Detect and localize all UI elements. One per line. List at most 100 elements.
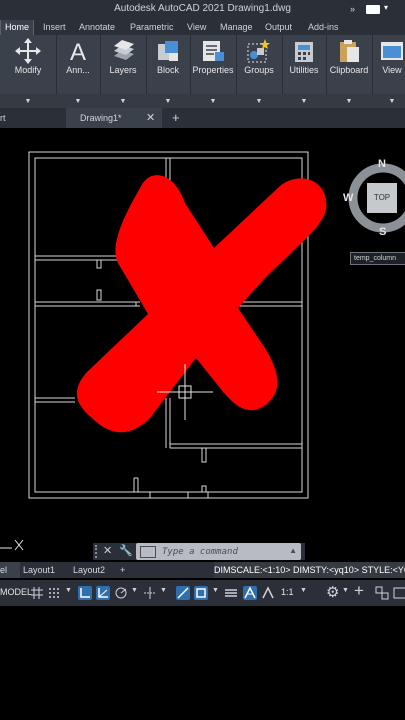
annotation-visibility-icon[interactable]	[243, 586, 257, 600]
tab-insert[interactable]: Insert	[43, 20, 66, 35]
panel-annotation[interactable]: A Ann... ▼	[56, 35, 101, 108]
panel-properties[interactable]: Properties ▼	[190, 35, 237, 108]
command-line[interactable]: ▲	[136, 543, 301, 560]
panel-label-block: Block	[156, 65, 179, 75]
panel-utilities[interactable]: Utilities ▼	[282, 35, 327, 108]
layout-tabs: el Layout1 Layout2 + DIMSCALE:<1:10> DIM…	[0, 562, 405, 578]
tab-annotate[interactable]: Annotate	[79, 20, 115, 35]
drawing-canvas[interactable]: N S W TOP temp_column	[0, 128, 405, 560]
chevron-down-icon[interactable]: ▼	[25, 98, 32, 105]
viewcube-top-face[interactable]: TOP	[367, 183, 397, 213]
annotation-scale[interactable]: 1:1	[281, 587, 294, 597]
hardware-acceleration-icon[interactable]	[393, 586, 405, 600]
tab-layout2[interactable]: Layout2	[68, 562, 110, 578]
chevron-down-icon[interactable]: ▼	[120, 98, 127, 105]
chevron-down-icon[interactable]: ▼	[301, 98, 308, 105]
wcs-dropdown[interactable]: temp_column	[350, 252, 405, 265]
panel-modify[interactable]: Modify ▼	[0, 35, 57, 108]
chevron-down-icon[interactable]: ▼	[342, 587, 349, 594]
new-tab-button[interactable]: +	[172, 108, 180, 128]
chevron-down-icon[interactable]: ▼	[165, 98, 172, 105]
model-space-toggle[interactable]: MODEL	[0, 587, 32, 597]
polar-tracking-icon[interactable]	[96, 586, 110, 600]
compass-west[interactable]: W	[343, 192, 353, 204]
chevron-down-icon[interactable]: ▼	[160, 587, 167, 594]
chevron-down-icon[interactable]: ▼	[300, 587, 307, 594]
file-tabs: rt Drawing1* ✕ +	[0, 108, 405, 128]
tab-manage[interactable]: Manage	[220, 20, 253, 35]
panel-label-clipboard: Clipboard	[329, 65, 369, 75]
move-icon	[15, 38, 41, 64]
ribbon-toggle-icon[interactable]	[366, 5, 380, 14]
snap-icon[interactable]	[47, 586, 61, 600]
window-title: Autodesk AutoCAD 2021 Drawing1.dwg	[114, 3, 291, 14]
text-icon: A	[70, 39, 86, 64]
lineweight-icon[interactable]	[194, 586, 208, 600]
add-layout-button[interactable]: +	[115, 562, 130, 578]
wrench-icon[interactable]: 🔧	[119, 544, 133, 557]
ucs-icon	[0, 539, 24, 551]
gear-icon[interactable]: ⚙	[326, 583, 339, 601]
chevron-up-icon[interactable]: ▲	[289, 546, 297, 555]
command-history-icon[interactable]	[140, 546, 156, 558]
panel-layers[interactable]: Layers ▼	[100, 35, 147, 108]
file-tab-drawing1[interactable]: Drawing1* ✕	[66, 108, 162, 128]
panel-label-modify: Modify	[14, 65, 42, 75]
red-cross-mark	[76, 175, 327, 433]
panel-view[interactable]: View ▼	[372, 35, 405, 108]
svg-text:A: A	[70, 39, 86, 64]
viewcube[interactable]: N S W TOP	[342, 156, 405, 238]
compass-south[interactable]: S	[379, 226, 386, 238]
ribbon-tabs: Home Insert Annotate Parametric View Man…	[0, 20, 405, 35]
chevron-down-icon[interactable]: ▼	[212, 587, 219, 594]
panel-label-utilities: Utilities	[289, 65, 319, 75]
view-icon	[381, 42, 403, 60]
panel-label-view: View	[382, 65, 402, 75]
command-input[interactable]	[162, 543, 286, 560]
utilities-icon	[295, 42, 313, 62]
panel-label-layers: Layers	[109, 65, 137, 75]
grid-icon[interactable]	[30, 586, 44, 600]
plus-icon[interactable]: +	[354, 581, 364, 601]
chevron-down-icon[interactable]: ▼	[210, 98, 217, 105]
block-icon	[158, 41, 178, 61]
dimstyle-readout: DIMSCALE:<1:10> DIMSTY:<yq10> STYLE:<YQ_	[214, 562, 405, 578]
title-bar: Autodesk AutoCAD 2021 Drawing1.dwg » ▾	[0, 0, 405, 20]
status-bar: MODEL ▼ ▼ ▼ ▼ 1:1 ▼ ⚙ ▼ +	[0, 580, 405, 606]
tab-home[interactable]: Home	[0, 20, 34, 35]
chevron-down-icon[interactable]: ▼	[75, 98, 82, 105]
chevron-down-icon[interactable]: ▼	[389, 98, 396, 105]
panel-label-groups: Groups	[244, 65, 274, 75]
panel-label-properties: Properties	[192, 65, 234, 75]
close-icon[interactable]: ✕	[146, 108, 155, 128]
layers-icon	[114, 40, 134, 60]
grip-handle-icon[interactable]	[95, 545, 100, 558]
tab-view[interactable]: View	[187, 20, 206, 35]
chevron-down-icon[interactable]: ▼	[346, 98, 353, 105]
tab-layout1[interactable]: Layout1	[18, 562, 60, 578]
auto-scale-icon[interactable]	[261, 586, 275, 600]
chevron-down-icon[interactable]: ▼	[65, 587, 72, 594]
double-chevron-icon[interactable]: »	[350, 4, 355, 14]
tab-model[interactable]: el	[0, 562, 20, 578]
ortho-icon[interactable]	[78, 586, 92, 600]
panel-clipboard[interactable]: Clipboard ▼	[326, 35, 373, 108]
clipboard-icon	[340, 40, 359, 62]
tab-output[interactable]: Output	[265, 20, 292, 35]
object-snap-icon[interactable]	[176, 586, 190, 600]
tab-parametric[interactable]: Parametric	[130, 20, 174, 35]
isodraft-icon[interactable]	[114, 586, 128, 600]
isolate-objects-icon[interactable]	[375, 586, 389, 600]
transparency-icon[interactable]	[224, 586, 238, 600]
file-tab-start[interactable]: rt	[0, 108, 50, 128]
compass-north[interactable]: N	[378, 158, 386, 170]
chevron-down-icon[interactable]: ▼	[131, 587, 138, 594]
close-icon[interactable]: ✕	[103, 544, 112, 557]
panel-groups[interactable]: Groups ▼	[236, 35, 283, 108]
panel-block[interactable]: Block ▼	[146, 35, 191, 108]
chevron-down-icon[interactable]: ▼	[256, 98, 263, 105]
object-snap-tracking-icon[interactable]	[143, 586, 157, 600]
groups-icon	[247, 39, 270, 63]
tab-add-ins[interactable]: Add-ins	[308, 20, 339, 35]
dropdown-icon[interactable]: ▾	[384, 3, 388, 12]
